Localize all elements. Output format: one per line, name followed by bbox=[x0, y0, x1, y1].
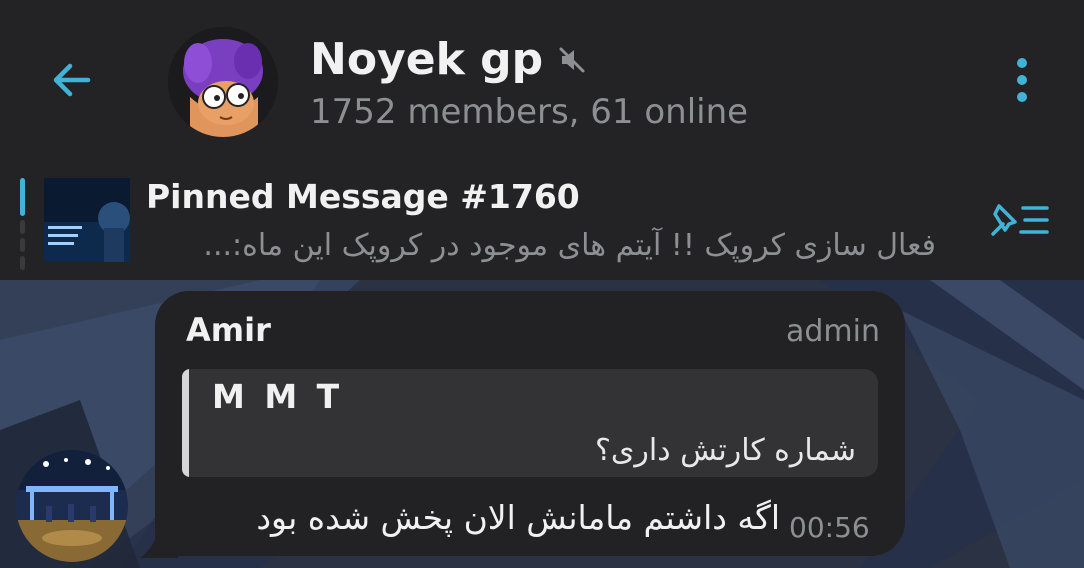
reply-sender: M M T bbox=[212, 377, 344, 416]
group-name: Noyek gp bbox=[310, 34, 544, 85]
reply-quote[interactable]: M M T شماره کارتش داری؟ bbox=[182, 369, 878, 477]
more-menu-button[interactable] bbox=[1000, 54, 1044, 110]
pinned-thumbnail bbox=[44, 178, 130, 262]
reply-text: شماره کارتش داری؟ bbox=[595, 433, 856, 468]
more-vertical-icon bbox=[1015, 57, 1029, 107]
group-avatar[interactable] bbox=[168, 27, 278, 137]
reply-accent-bar bbox=[182, 369, 189, 477]
chat-screen: Noyek gp 1752 members, 61 online Pinned … bbox=[0, 0, 1084, 568]
pinned-message-bar[interactable]: Pinned Message #1760 فعال سازی کروپک !! … bbox=[0, 160, 1084, 280]
message-time: 00:56 bbox=[789, 511, 870, 544]
admin-badge: admin bbox=[786, 314, 880, 349]
chat-title[interactable]: Noyek gp bbox=[310, 30, 587, 90]
sender-name[interactable]: Amir bbox=[186, 308, 271, 352]
arrow-left-icon bbox=[48, 56, 96, 108]
pin-list-icon bbox=[985, 200, 1051, 244]
pinned-preview: فعال سازی کروپک !! آیتم های موجود در کرو… bbox=[203, 228, 936, 263]
message-text: اگه داشتم مامانش الان پخش شده بود bbox=[256, 498, 780, 537]
mute-icon bbox=[557, 45, 587, 75]
chat-header: Noyek gp 1752 members, 61 online bbox=[0, 0, 1084, 160]
member-count: 1752 members, 61 online bbox=[310, 92, 749, 132]
back-button[interactable] bbox=[40, 52, 104, 112]
pin-position-indicator bbox=[20, 178, 25, 274]
sender-avatar[interactable] bbox=[16, 450, 128, 562]
pinned-title: Pinned Message #1760 bbox=[146, 177, 580, 216]
pinned-list-button[interactable] bbox=[982, 198, 1054, 246]
